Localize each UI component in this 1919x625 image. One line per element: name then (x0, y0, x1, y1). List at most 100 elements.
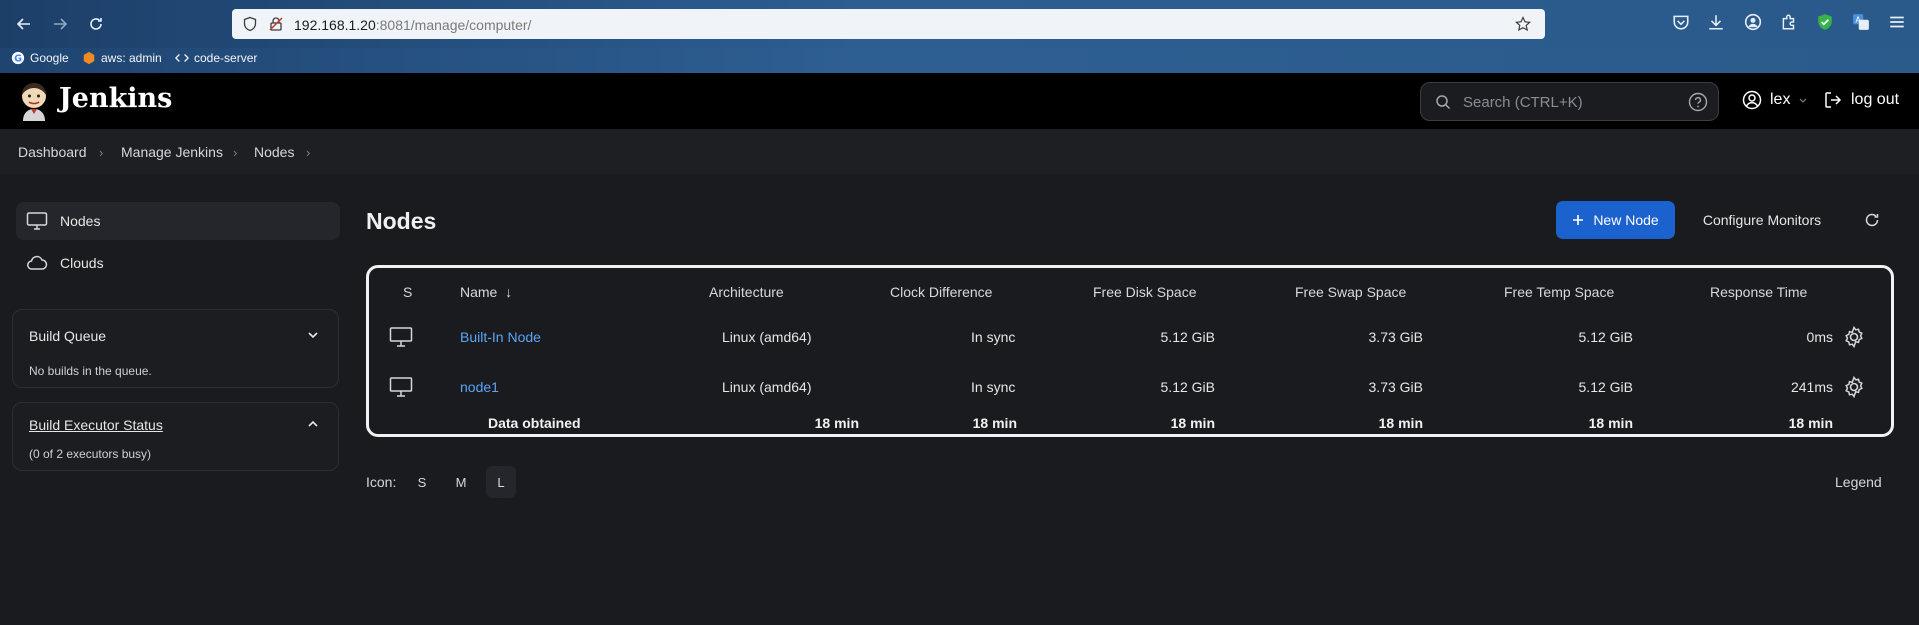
logout-label: log out (1851, 91, 1900, 108)
node-link-node1[interactable]: node1 (460, 379, 499, 395)
gear-icon[interactable] (1842, 325, 1866, 349)
user-icon (1742, 90, 1762, 110)
column-header-free-temp-space[interactable]: Free Temp Space (1504, 284, 1614, 300)
reload-button[interactable] (82, 10, 110, 38)
app-menu-button[interactable] (1888, 13, 1906, 35)
translate-extension-button[interactable]: A (1852, 13, 1870, 35)
build-queue-title[interactable]: Build Queue (29, 328, 106, 344)
nodes-table: S Name ↓ Architecture Clock Difference F… (366, 265, 1894, 437)
configure-monitors-label: Configure Monitors (1702, 212, 1822, 228)
help-icon[interactable] (1688, 92, 1708, 112)
column-header-name-label: Name (460, 284, 498, 300)
arrow-left-icon (16, 18, 30, 30)
response-value: 0ms (1806, 329, 1833, 345)
downloads-button[interactable] (1707, 13, 1725, 35)
architecture-age: 18 min (814, 415, 859, 431)
refresh-button[interactable] (1854, 201, 1890, 239)
computer-icon (389, 327, 413, 347)
breadcrumb-dashboard[interactable]: Dashboard (18, 144, 87, 160)
user-menu[interactable]: lex (1742, 90, 1808, 110)
temp-value: 5.12 GiB (1578, 379, 1633, 395)
shield-icon (243, 16, 257, 32)
disk-value: 5.12 GiB (1160, 329, 1215, 345)
column-header-response-time[interactable]: Response Time (1710, 284, 1807, 300)
reload-icon (90, 18, 102, 30)
swap-value: 3.73 GiB (1368, 329, 1423, 345)
page-title: Nodes (366, 208, 437, 234)
svg-text:G: G (14, 54, 22, 65)
bookmark-google[interactable]: G Google (11, 51, 69, 65)
sidebar-item-label: Clouds (60, 255, 104, 271)
jenkins-header: Jenkins Search (CTRL+K) lex log out (0, 73, 1919, 129)
hamburger-icon (1890, 16, 1904, 28)
temp-age: 18 min (1588, 415, 1633, 431)
pocket-icon (1673, 15, 1689, 30)
jenkins-brand[interactable]: Jenkins (59, 83, 172, 114)
address-bar[interactable]: 192.168.1.20:8081/manage/computer/ (232, 9, 1545, 39)
bookmark-aws-admin[interactable]: aws: admin (82, 51, 162, 65)
account-icon (1744, 13, 1762, 31)
icon-size-label: Icon: (366, 474, 397, 490)
column-header-free-swap-space[interactable]: Free Swap Space (1295, 284, 1406, 300)
sidebar-item-label: Nodes (60, 213, 101, 229)
column-header-status[interactable]: S (403, 284, 412, 300)
configure-monitors-button[interactable]: Configure Monitors (1686, 201, 1838, 239)
arrow-right-icon (54, 18, 68, 30)
new-node-button[interactable]: New Node (1556, 201, 1675, 239)
shield-extension-button[interactable] (1816, 13, 1834, 35)
extensions-button[interactable] (1780, 13, 1798, 35)
url-text: 192.168.1.20:8081/manage/computer/ (294, 17, 532, 33)
plus-icon (1573, 215, 1584, 225)
breadcrumb-separator-icon: › (306, 145, 311, 160)
gear-icon[interactable] (1842, 375, 1866, 399)
response-age: 18 min (1788, 415, 1833, 431)
google-icon: G (11, 51, 25, 65)
breadcrumb-manage-jenkins[interactable]: Manage Jenkins (121, 144, 223, 160)
column-header-name[interactable]: Name ↓ (460, 284, 512, 300)
icon-size-medium[interactable]: M (446, 466, 476, 498)
code-server-icon (175, 54, 189, 62)
breadcrumb-nodes[interactable]: Nodes (254, 144, 294, 160)
search-placeholder: Search (CTRL+K) (1463, 94, 1583, 111)
forward-button[interactable] (46, 10, 74, 38)
cloud-icon (27, 255, 48, 270)
back-button[interactable] (10, 10, 38, 38)
column-header-free-disk-space[interactable]: Free Disk Space (1093, 284, 1196, 300)
disk-value: 5.12 GiB (1160, 379, 1215, 395)
build-executor-status-link[interactable]: Build Executor Status (29, 417, 163, 433)
jenkins-logo-icon[interactable] (18, 81, 50, 121)
logout-link[interactable]: log out (1823, 90, 1899, 110)
clock-value: In sync (971, 379, 1016, 395)
architecture-value: Linux (amd64) (722, 379, 812, 395)
pocket-button[interactable] (1672, 13, 1690, 35)
column-header-clock-difference[interactable]: Clock Difference (890, 284, 992, 300)
build-queue-panel: Build Queue No builds in the queue. (12, 309, 339, 388)
bookmark-code-server[interactable]: code-server (175, 51, 257, 65)
bookmarks-bar: G Google aws: admin code-server (0, 48, 1919, 73)
chevron-down-icon[interactable] (306, 328, 320, 342)
sidebar-item-nodes[interactable]: Nodes (16, 202, 340, 240)
insecure-lock-icon (269, 17, 283, 31)
star-bookmark-icon[interactable] (1515, 16, 1531, 32)
account-button[interactable] (1744, 13, 1762, 35)
icon-size-small[interactable]: S (407, 466, 437, 498)
translate-icon: A (1853, 14, 1869, 30)
temp-value: 5.12 GiB (1578, 329, 1633, 345)
chevron-down-icon (1799, 98, 1807, 103)
sort-arrow-icon: ↓ (505, 284, 513, 300)
legend-link[interactable]: Legend (1835, 474, 1882, 490)
icon-size-large[interactable]: L (486, 466, 516, 498)
computer-icon (389, 377, 413, 397)
node-link-built-in[interactable]: Built-In Node (460, 329, 541, 345)
sidebar-item-clouds[interactable]: Clouds (16, 244, 340, 282)
chevron-up-icon[interactable] (306, 417, 320, 431)
refresh-icon (1865, 213, 1879, 227)
architecture-value: Linux (amd64) (722, 329, 812, 345)
aws-cube-icon (83, 51, 95, 65)
search-input[interactable]: Search (CTRL+K) (1420, 82, 1719, 121)
new-node-label: New Node (1593, 212, 1659, 228)
response-value: 241ms (1790, 379, 1833, 395)
svg-text:A: A (1855, 16, 1861, 25)
column-header-architecture[interactable]: Architecture (709, 284, 784, 300)
clock-age: 18 min (972, 415, 1017, 431)
